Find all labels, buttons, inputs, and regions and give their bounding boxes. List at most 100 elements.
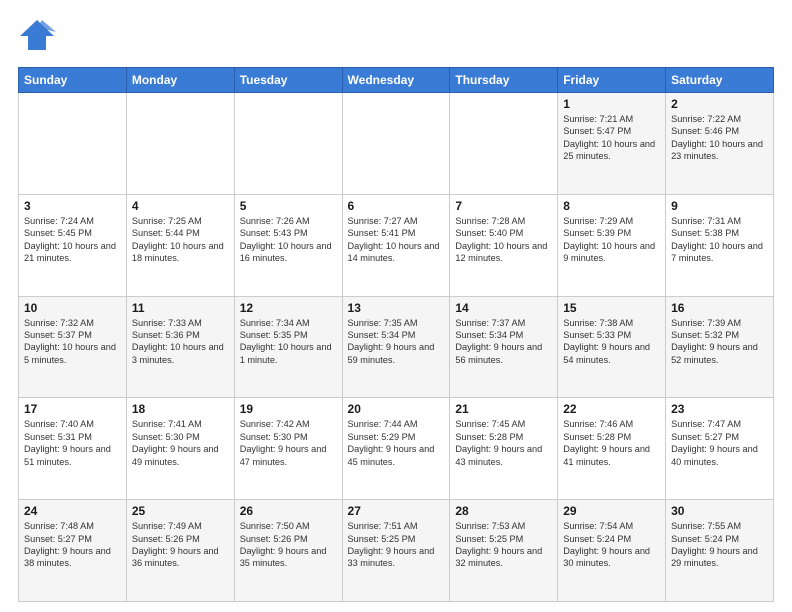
calendar-cell: 27 Sunrise: 7:51 AM Sunset: 5:25 PM Dayli…	[342, 500, 450, 602]
calendar-cell: 24 Sunrise: 7:48 AM Sunset: 5:27 PM Dayli…	[19, 500, 127, 602]
day-info: Sunrise: 7:54 AM Sunset: 5:24 PM Dayligh…	[563, 520, 660, 570]
day-number: 6	[348, 199, 445, 213]
day-number: 25	[132, 504, 229, 518]
header-row: Sunday Monday Tuesday Wednesday Thursday…	[19, 68, 774, 93]
day-number: 30	[671, 504, 768, 518]
day-info: Sunrise: 7:39 AM Sunset: 5:32 PM Dayligh…	[671, 317, 768, 367]
calendar-cell: 17Sunrise: 7:40 AM Sunset: 5:31 PM Dayli…	[19, 398, 127, 500]
day-info: Sunrise: 7:33 AM Sunset: 5:36 PM Dayligh…	[132, 317, 229, 367]
day-number: 13	[348, 301, 445, 315]
day-info: Sunrise: 7:25 AM Sunset: 5:44 PM Dayligh…	[132, 215, 229, 265]
day-number: 11	[132, 301, 229, 315]
day-info: Sunrise: 7:26 AM Sunset: 5:43 PM Dayligh…	[240, 215, 337, 265]
col-friday: Friday	[558, 68, 666, 93]
day-info: Sunrise: 7:51 AM Sunset: 5:25 PM Dayligh…	[348, 520, 445, 570]
logo-icon	[18, 16, 56, 59]
day-info: Sunrise: 7:55 AM Sunset: 5:24 PM Dayligh…	[671, 520, 768, 570]
calendar-cell: 13 Sunrise: 7:35 AM Sunset: 5:34 PM Dayli…	[342, 296, 450, 398]
calendar-cell: 15 Sunrise: 7:38 AM Sunset: 5:33 PM Dayli…	[558, 296, 666, 398]
day-number: 10	[24, 301, 121, 315]
day-info: Sunrise: 7:32 AM Sunset: 5:37 PM Dayligh…	[24, 317, 121, 367]
day-number: 15	[563, 301, 660, 315]
calendar-week-row: 1Sunrise: 7:21 AM Sunset: 5:47 PM Daylig…	[19, 93, 774, 195]
day-info: Sunrise: 7:47 AM Sunset: 5:27 PM Dayligh…	[671, 418, 768, 468]
col-wednesday: Wednesday	[342, 68, 450, 93]
day-info: Sunrise: 7:45 AM Sunset: 5:28 PM Dayligh…	[455, 418, 552, 468]
calendar-cell: 1Sunrise: 7:21 AM Sunset: 5:47 PM Daylig…	[558, 93, 666, 195]
calendar-cell: 7 Sunrise: 7:28 AM Sunset: 5:40 PM Daylig…	[450, 194, 558, 296]
day-info: Sunrise: 7:37 AM Sunset: 5:34 PM Dayligh…	[455, 317, 552, 367]
day-number: 4	[132, 199, 229, 213]
calendar-cell	[342, 93, 450, 195]
calendar-cell: 25 Sunrise: 7:49 AM Sunset: 5:26 PM Dayli…	[126, 500, 234, 602]
col-tuesday: Tuesday	[234, 68, 342, 93]
calendar-cell: 30 Sunrise: 7:55 AM Sunset: 5:24 PM Dayli…	[666, 500, 774, 602]
calendar-header: Sunday Monday Tuesday Wednesday Thursday…	[19, 68, 774, 93]
day-number: 20	[348, 402, 445, 416]
calendar-cell: 20Sunrise: 7:44 AM Sunset: 5:29 PM Dayli…	[342, 398, 450, 500]
day-info: Sunrise: 7:31 AM Sunset: 5:38 PM Dayligh…	[671, 215, 768, 265]
day-info: Sunrise: 7:49 AM Sunset: 5:26 PM Dayligh…	[132, 520, 229, 570]
calendar-cell: 5 Sunrise: 7:26 AM Sunset: 5:43 PM Daylig…	[234, 194, 342, 296]
calendar-table: Sunday Monday Tuesday Wednesday Thursday…	[18, 67, 774, 602]
day-info: Sunrise: 7:42 AM Sunset: 5:30 PM Dayligh…	[240, 418, 337, 468]
calendar-cell: 18 Sunrise: 7:41 AM Sunset: 5:30 PM Dayli…	[126, 398, 234, 500]
col-saturday: Saturday	[666, 68, 774, 93]
calendar-cell	[19, 93, 127, 195]
col-monday: Monday	[126, 68, 234, 93]
day-info: Sunrise: 7:41 AM Sunset: 5:30 PM Dayligh…	[132, 418, 229, 468]
day-number: 5	[240, 199, 337, 213]
calendar-cell: 23Sunrise: 7:47 AM Sunset: 5:27 PM Dayli…	[666, 398, 774, 500]
calendar-cell: 10 Sunrise: 7:32 AM Sunset: 5:37 PM Dayli…	[19, 296, 127, 398]
calendar-cell: 19 Sunrise: 7:42 AM Sunset: 5:30 PM Dayli…	[234, 398, 342, 500]
calendar-week-row: 24 Sunrise: 7:48 AM Sunset: 5:27 PM Dayli…	[19, 500, 774, 602]
day-info: Sunrise: 7:21 AM Sunset: 5:47 PM Dayligh…	[563, 113, 660, 163]
day-number: 27	[348, 504, 445, 518]
day-number: 3	[24, 199, 121, 213]
calendar-cell: 16 Sunrise: 7:39 AM Sunset: 5:32 PM Dayli…	[666, 296, 774, 398]
day-info: Sunrise: 7:46 AM Sunset: 5:28 PM Dayligh…	[563, 418, 660, 468]
day-info: Sunrise: 7:28 AM Sunset: 5:40 PM Dayligh…	[455, 215, 552, 265]
day-number: 17	[24, 402, 121, 416]
day-info: Sunrise: 7:27 AM Sunset: 5:41 PM Dayligh…	[348, 215, 445, 265]
calendar-cell: 22 Sunrise: 7:46 AM Sunset: 5:28 PM Dayli…	[558, 398, 666, 500]
day-number: 28	[455, 504, 552, 518]
day-number: 19	[240, 402, 337, 416]
calendar-cell: 6 Sunrise: 7:27 AM Sunset: 5:41 PM Daylig…	[342, 194, 450, 296]
day-info: Sunrise: 7:53 AM Sunset: 5:25 PM Dayligh…	[455, 520, 552, 570]
day-info: Sunrise: 7:34 AM Sunset: 5:35 PM Dayligh…	[240, 317, 337, 367]
day-number: 22	[563, 402, 660, 416]
day-info: Sunrise: 7:38 AM Sunset: 5:33 PM Dayligh…	[563, 317, 660, 367]
day-number: 24	[24, 504, 121, 518]
day-number: 18	[132, 402, 229, 416]
col-sunday: Sunday	[19, 68, 127, 93]
day-number: 2	[671, 97, 768, 111]
day-info: Sunrise: 7:24 AM Sunset: 5:45 PM Dayligh…	[24, 215, 121, 265]
calendar-cell	[450, 93, 558, 195]
calendar-cell: 9Sunrise: 7:31 AM Sunset: 5:38 PM Daylig…	[666, 194, 774, 296]
day-info: Sunrise: 7:22 AM Sunset: 5:46 PM Dayligh…	[671, 113, 768, 163]
day-info: Sunrise: 7:48 AM Sunset: 5:27 PM Dayligh…	[24, 520, 121, 570]
day-info: Sunrise: 7:35 AM Sunset: 5:34 PM Dayligh…	[348, 317, 445, 367]
calendar-cell: 26Sunrise: 7:50 AM Sunset: 5:26 PM Dayli…	[234, 500, 342, 602]
calendar-week-row: 17Sunrise: 7:40 AM Sunset: 5:31 PM Dayli…	[19, 398, 774, 500]
calendar-cell: 3 Sunrise: 7:24 AM Sunset: 5:45 PM Daylig…	[19, 194, 127, 296]
calendar-week-row: 3 Sunrise: 7:24 AM Sunset: 5:45 PM Daylig…	[19, 194, 774, 296]
day-number: 8	[563, 199, 660, 213]
calendar-week-row: 10 Sunrise: 7:32 AM Sunset: 5:37 PM Dayli…	[19, 296, 774, 398]
page: Sunday Monday Tuesday Wednesday Thursday…	[0, 0, 792, 612]
calendar-cell	[234, 93, 342, 195]
calendar-cell: 14Sunrise: 7:37 AM Sunset: 5:34 PM Dayli…	[450, 296, 558, 398]
logo	[18, 16, 60, 59]
calendar-cell: 21Sunrise: 7:45 AM Sunset: 5:28 PM Dayli…	[450, 398, 558, 500]
col-thursday: Thursday	[450, 68, 558, 93]
header	[18, 16, 774, 59]
calendar-cell: 29Sunrise: 7:54 AM Sunset: 5:24 PM Dayli…	[558, 500, 666, 602]
day-info: Sunrise: 7:29 AM Sunset: 5:39 PM Dayligh…	[563, 215, 660, 265]
day-number: 7	[455, 199, 552, 213]
day-number: 16	[671, 301, 768, 315]
calendar-cell: 8 Sunrise: 7:29 AM Sunset: 5:39 PM Daylig…	[558, 194, 666, 296]
calendar-cell: 12Sunrise: 7:34 AM Sunset: 5:35 PM Dayli…	[234, 296, 342, 398]
calendar-cell	[126, 93, 234, 195]
calendar-cell: 28 Sunrise: 7:53 AM Sunset: 5:25 PM Dayli…	[450, 500, 558, 602]
